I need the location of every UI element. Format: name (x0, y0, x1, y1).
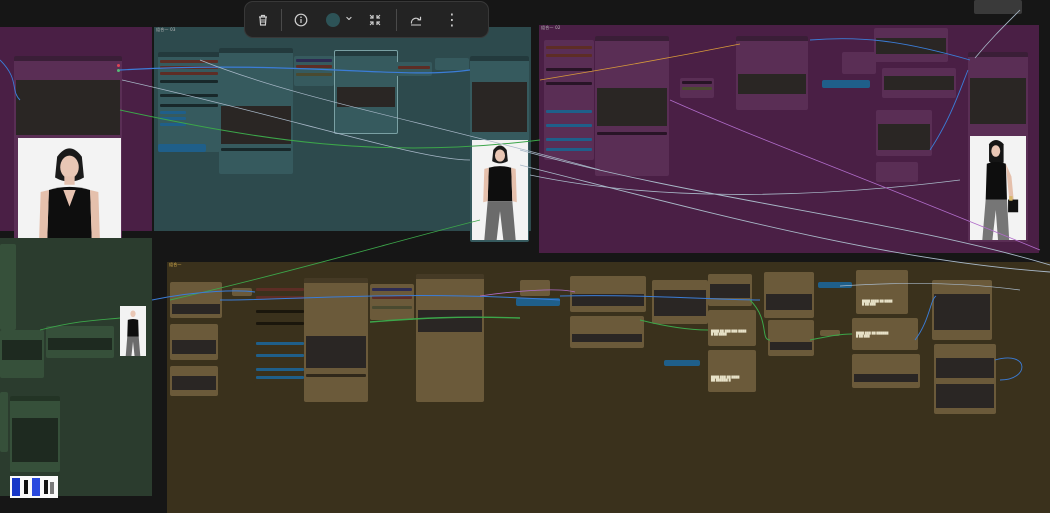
note-text-b: ████ ███ ██ ████ ██ ██████ █ (711, 376, 740, 382)
node-brown-1[interactable] (170, 282, 222, 318)
preview-image-batch (10, 476, 58, 498)
info-icon (294, 13, 308, 26)
node-green-5[interactable] (0, 392, 8, 452)
group-purple-title: 组合一 02 (541, 25, 561, 30)
node-purple-right-4[interactable] (876, 162, 918, 182)
node-green-3[interactable] (46, 326, 114, 358)
chevron-down-icon: ⌄ (343, 9, 355, 24)
node-brown-main[interactable] (304, 278, 368, 402)
node-brown-row-2[interactable] (570, 316, 644, 348)
node-brown-center[interactable] (416, 274, 484, 402)
node-purple-main[interactable] (595, 36, 669, 176)
node-brown-right-3[interactable] (852, 354, 920, 388)
node-brown-far-right-1[interactable] (932, 280, 992, 340)
node-teal-blue-single[interactable] (158, 144, 206, 152)
note-text-a: ████ ██ ███ ███ ████ █ ██ ████ (711, 330, 747, 336)
node-brown-note-1[interactable] (708, 274, 752, 306)
collapse-icon (369, 14, 381, 25)
node-green-2[interactable] (0, 330, 44, 378)
node-brown-3[interactable] (170, 366, 218, 396)
note-text-d: ████ ███ ██ ██████ █ ██ ███ (856, 332, 889, 338)
selection-toolbar: ⌄ ⋮ (244, 1, 489, 38)
trash-icon (259, 14, 267, 26)
node-brown-row-3[interactable] (652, 280, 708, 324)
node-purple-right-2[interactable] (882, 68, 956, 98)
node-green-4[interactable] (10, 396, 60, 472)
node-brown-note-3[interactable]: ████ ███ ██ ████ ██ ██████ █ (708, 350, 756, 392)
color-swatch (325, 12, 340, 27)
node-purple-small-a[interactable] (842, 52, 876, 74)
node-brown-far-right-2[interactable] (934, 344, 996, 414)
node-brown-small-d[interactable] (820, 330, 840, 336)
node-purple-top-right[interactable] (874, 28, 948, 62)
node-brown-row-1[interactable] (570, 276, 646, 312)
more-options-button[interactable]: ⋮ (435, 5, 469, 35)
group-teal-title: 组合一 03 (156, 27, 176, 32)
node-teal-blue-fields[interactable] (158, 108, 188, 130)
node-purple-blue[interactable] (822, 80, 870, 88)
node-brown-note-4[interactable]: ████ ████ ██ ████ █ ██ ███ (856, 270, 908, 314)
node-teal-small-1[interactable] (294, 56, 334, 86)
redo-arrow-icon (410, 16, 422, 25)
node-brown-small-b[interactable] (370, 284, 414, 320)
delete-button[interactable] (245, 5, 281, 35)
preview-image-woman-teal (472, 140, 528, 240)
node-brown-small-c[interactable] (520, 280, 550, 296)
node-teal-main[interactable] (219, 48, 293, 174)
note-text-c: ████ ████ ██ ████ █ ██ ███ (862, 300, 893, 306)
preview-image-woman-small (120, 306, 146, 356)
group-brown-title: 组合一 (169, 262, 182, 267)
node-purple-inputs[interactable] (544, 40, 594, 160)
node-brown-right-2[interactable] (768, 320, 814, 356)
node-purple-right-3[interactable] (876, 110, 932, 156)
node-brown-small-a[interactable] (232, 288, 252, 296)
preview-image-woman-bag (970, 136, 1026, 240)
node-brown-blue-2[interactable] (664, 360, 700, 366)
node-teal-small-3[interactable] (435, 58, 469, 70)
collapse-button[interactable] (360, 5, 390, 35)
node-teal-selected[interactable] (334, 50, 398, 134)
node-brown-note-5[interactable]: ████ ███ ██ ██████ █ ██ ███ (852, 318, 918, 350)
node-brown-note-2[interactable]: ████ ██ ███ ███ ████ █ ██ ████ (708, 310, 756, 346)
node-brown-2[interactable] (170, 324, 218, 360)
info-button[interactable] (282, 5, 320, 35)
workflow-canvas[interactable]: 组合一 03 组合一 02 组合一 ████ ██ ███ ███ ████ █… (0, 0, 1050, 513)
color-picker-button[interactable]: ⌄ (320, 5, 360, 35)
node-teal-input-1[interactable] (158, 52, 220, 152)
node-offscreen-top[interactable] (974, 0, 1022, 14)
node-purple-mid[interactable] (680, 78, 714, 98)
node-brown-blue[interactable] (516, 298, 560, 306)
node-brown-blue-3[interactable] (818, 282, 852, 288)
node-purple-center[interactable] (736, 36, 808, 110)
node-brown-inputs[interactable] (254, 284, 306, 384)
node-green-1[interactable] (0, 244, 16, 330)
bypass-button[interactable] (397, 5, 435, 35)
node-teal-small-2[interactable] (396, 62, 432, 76)
more-vertical-icon: ⋮ (444, 10, 460, 29)
node-brown-right-1[interactable] (764, 272, 814, 318)
